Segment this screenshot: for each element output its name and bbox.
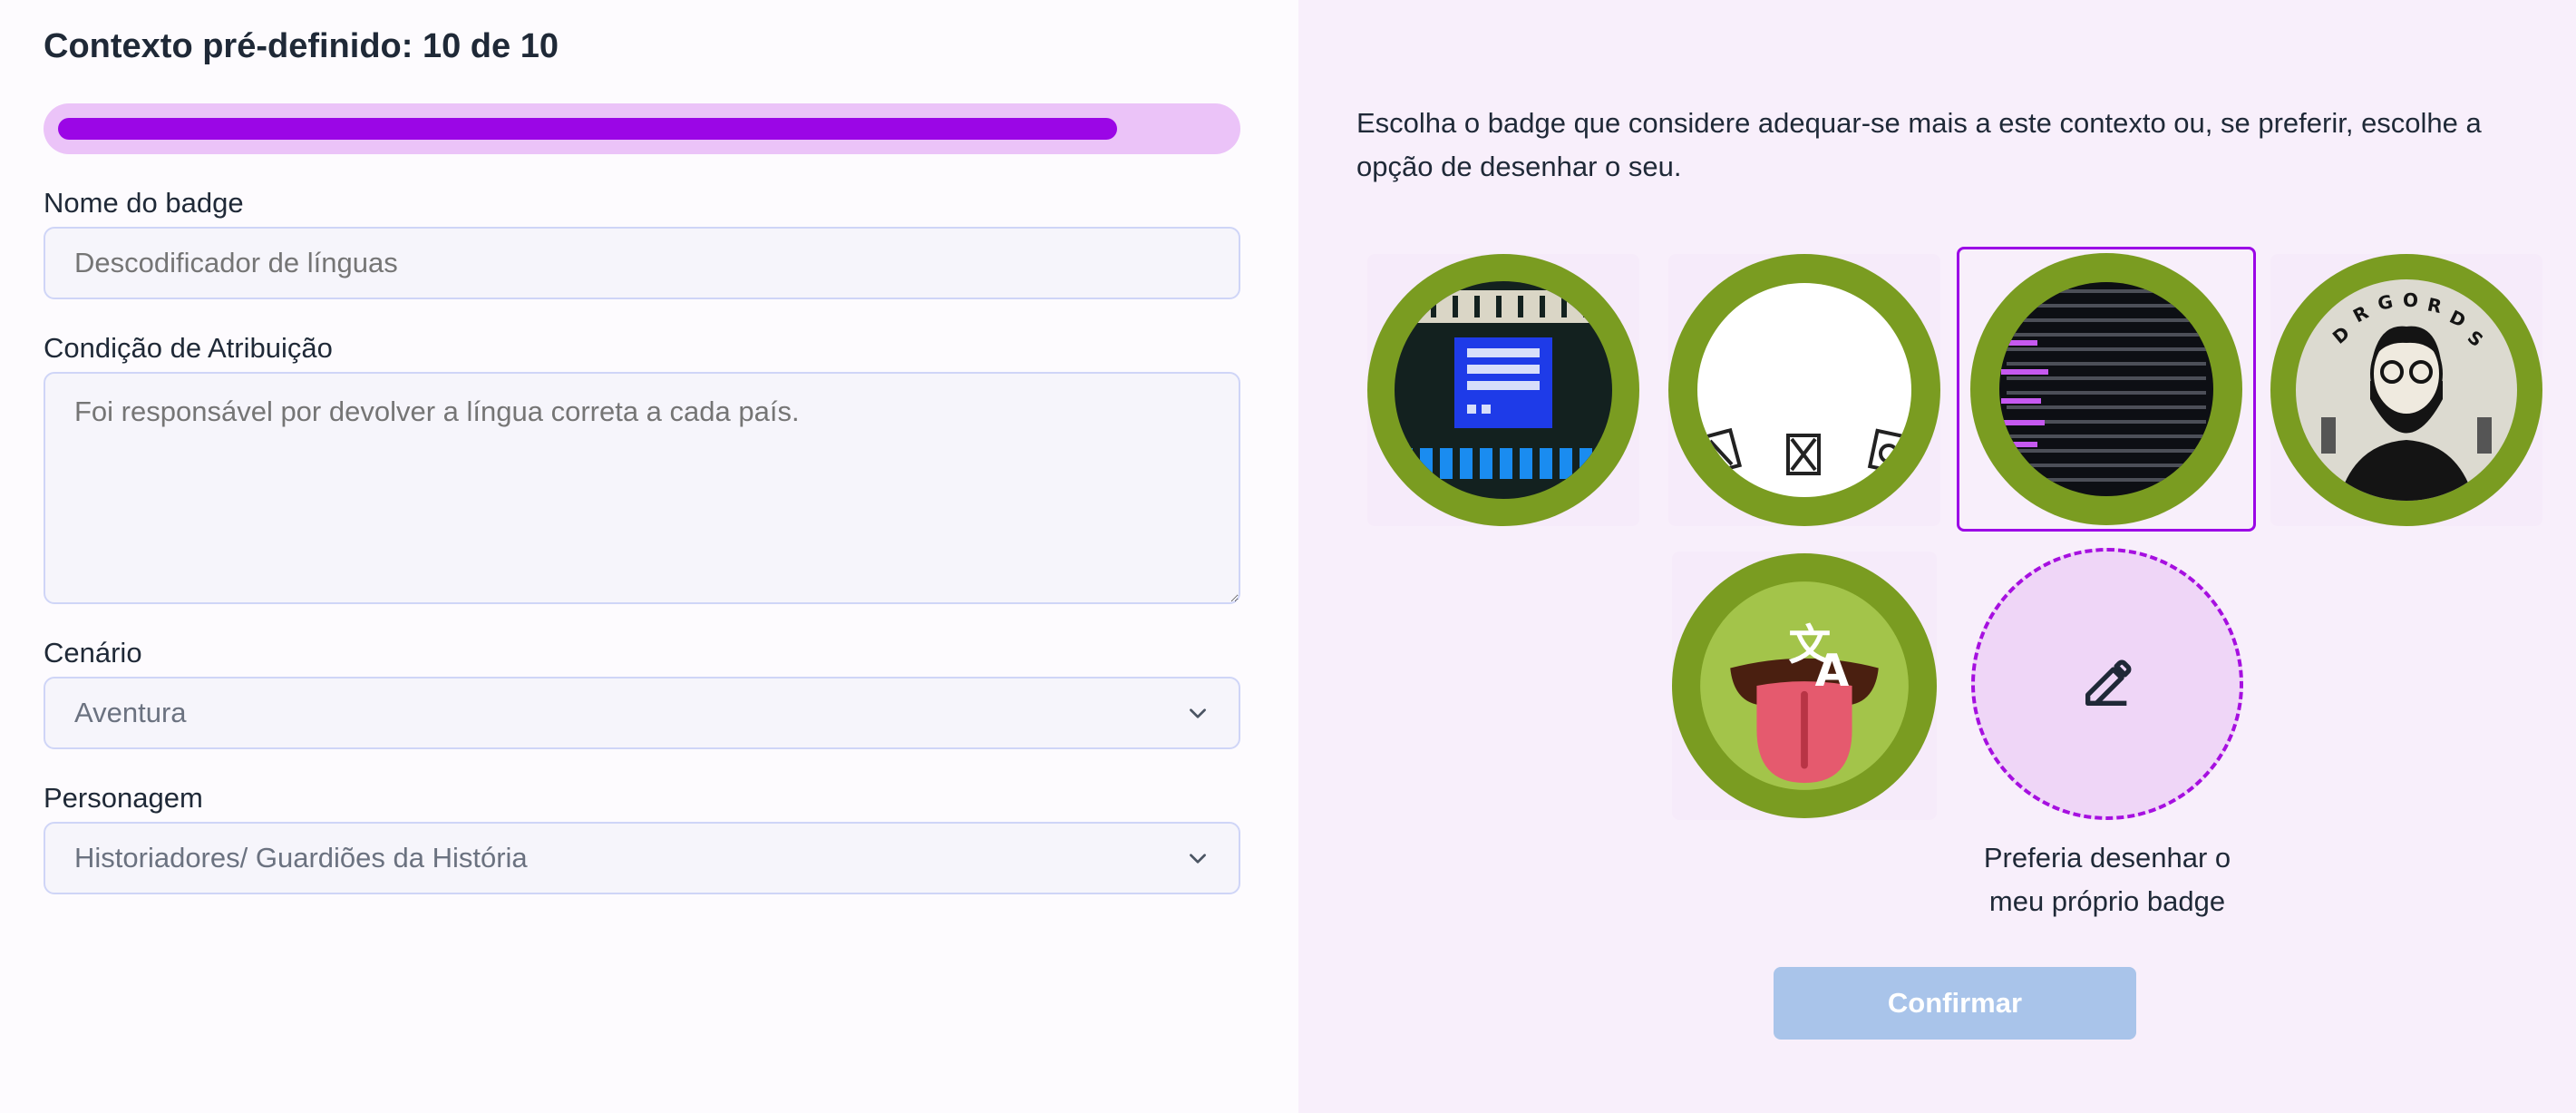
svg-text:A: A [1815, 646, 1850, 697]
badge-option-3[interactable] [1957, 247, 2256, 532]
draw-own-badge-button[interactable] [1971, 548, 2243, 820]
page-title: Contexto pré-definido: 10 de 10 [44, 27, 559, 65]
draw-own-badge-label-line2: meu próprio badge [1988, 885, 2226, 917]
symbols-badge-icon [1668, 254, 1940, 526]
edit-icon [2085, 659, 2132, 706]
scenario-label: Cenário [44, 637, 142, 669]
progress-bar [44, 103, 1240, 154]
badge-option-1[interactable] [1367, 254, 1639, 526]
form-panel: Contexto pré-definido: 10 de 10 Nome do … [0, 0, 1298, 1113]
condition-label: Condição de Atribuição [44, 332, 333, 364]
bearded-man-badge-icon: D R G O R D S [2270, 254, 2542, 526]
badge-name-input[interactable] [44, 227, 1240, 299]
chevron-down-icon [1190, 854, 1206, 864]
draw-own-badge-label-line1: Preferia desenhar o [1983, 842, 2231, 874]
badge-option-5[interactable]: 文 A [1672, 552, 1937, 820]
confirm-button[interactable]: Confirmar [1774, 967, 2136, 1040]
translate-tongue-badge-icon: 文 A [1672, 553, 1937, 818]
pixel-computer-badge-icon [1367, 254, 1639, 526]
condition-textarea[interactable] [44, 372, 1240, 604]
badge-option-2[interactable] [1668, 254, 1940, 526]
character-label: Personagem [44, 782, 203, 814]
badge-option-4[interactable]: D R G O R D S [2270, 254, 2542, 526]
scenario-select-value: Aventura [74, 697, 187, 728]
draw-own-badge-label: Preferia desenhar o meu próprio badge [1926, 836, 2289, 923]
progress-bar-fill [58, 118, 1117, 140]
scenario-select[interactable]: Aventura [44, 677, 1240, 749]
character-select[interactable]: Historiadores/ Guardiões da História [44, 822, 1240, 894]
badge-panel: Escolha o badge que considere adequar-se… [1298, 0, 2576, 1113]
badge-name-label: Nome do badge [44, 187, 244, 219]
chevron-down-icon [1190, 708, 1206, 718]
svg-text:O: O [2403, 289, 2418, 311]
badge-instructions: Escolha o badge que considere adequar-se… [1356, 107, 2482, 182]
binary-code-badge-icon [1970, 253, 2242, 525]
character-select-value: Historiadores/ Guardiões da História [74, 842, 528, 874]
